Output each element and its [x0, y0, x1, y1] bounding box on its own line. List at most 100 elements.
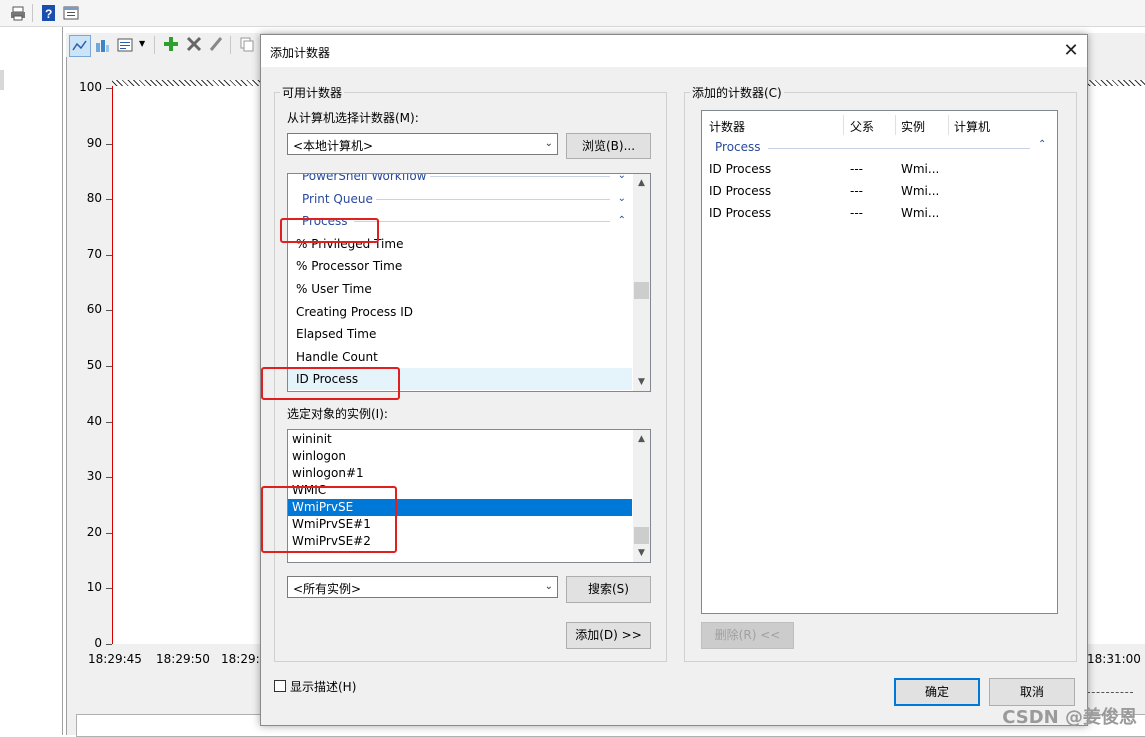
- show-description-checkbox[interactable]: [274, 680, 286, 692]
- y-tick-mark: [106, 477, 112, 479]
- counter-item-label: Handle Count: [296, 349, 378, 364]
- y-tick-mark: [106, 254, 112, 256]
- column-header-counter[interactable]: 计数器: [709, 118, 745, 135]
- main-toolbar: ?: [0, 0, 1145, 27]
- instance-item-label: winlogon: [292, 449, 346, 463]
- chevron-down-icon[interactable]: ⌄: [618, 174, 626, 187]
- instance-item-label: wininit: [292, 432, 332, 446]
- highlight-pencil-icon[interactable]: [208, 36, 224, 52]
- added-row-parent: ---: [850, 162, 863, 176]
- chevron-down-icon[interactable]: ⌄: [618, 188, 626, 210]
- add-button[interactable]: 添加(D) >>: [566, 622, 651, 649]
- y-tick-mark: [106, 532, 112, 534]
- added-counter-row[interactable]: ID Process --- Wmi...: [702, 184, 1057, 202]
- copy-properties-icon[interactable]: [239, 36, 255, 52]
- column-separator: [895, 115, 896, 135]
- added-counter-row[interactable]: ID Process --- Wmi...: [702, 162, 1057, 180]
- column-header-computer[interactable]: 计算机: [954, 118, 990, 135]
- scroll-up-icon[interactable]: ▲: [633, 434, 650, 444]
- ok-button[interactable]: 确定: [894, 678, 980, 706]
- svg-text:?: ?: [45, 7, 52, 21]
- close-icon[interactable]: ✕: [1061, 41, 1081, 61]
- y-tick-label: 90: [86, 135, 102, 150]
- browse-button[interactable]: 浏览(B)...: [566, 133, 651, 159]
- instance-item[interactable]: winlogon#1: [288, 465, 632, 482]
- counter-item[interactable]: % User Time: [288, 278, 632, 300]
- added-counters-table[interactable]: 计数器 父系 实例 计算机 Process ⌃ ID Process --- Wmi…: [701, 110, 1058, 614]
- column-separator: [843, 115, 844, 135]
- counter-item-label: PowerShell Workflow: [302, 173, 427, 183]
- column-header-parent[interactable]: 父系: [850, 118, 874, 135]
- y-tick-label: 10: [86, 580, 102, 595]
- added-counters-label: 添加的计数器(C): [690, 84, 784, 101]
- computer-combo[interactable]: <本地计算机> ⌄: [287, 133, 558, 155]
- instances-combo-value: <所有实例>: [293, 582, 362, 596]
- view-graph-icon[interactable]: [69, 35, 91, 57]
- instances-combo[interactable]: <所有实例> ⌄: [287, 576, 558, 598]
- x-tick-label: 18:29:50: [156, 652, 210, 666]
- counter-item[interactable]: Creating Process ID: [288, 301, 632, 323]
- cancel-button[interactable]: 取消: [989, 678, 1075, 706]
- search-button[interactable]: 搜索(S): [566, 576, 651, 603]
- added-row-instance: Wmi...: [901, 162, 940, 176]
- counter-item-label: Creating Process ID: [296, 304, 413, 319]
- add-counter-icon[interactable]: [163, 36, 179, 52]
- y-tick-label: 80: [86, 191, 102, 206]
- counter-category-item[interactable]: PowerShell Workflow ⌄: [288, 173, 632, 187]
- column-header-instance[interactable]: 实例: [901, 118, 925, 135]
- instance-item-label: winlogon#1: [292, 466, 364, 480]
- instances-scrollbar[interactable]: ▲ ▼: [633, 430, 650, 562]
- pane-splitter-handle[interactable]: [0, 70, 4, 90]
- scrollbar-thumb[interactable]: [634, 527, 649, 544]
- show-description-label[interactable]: 显示描述(H): [290, 678, 356, 695]
- scroll-down-icon[interactable]: ▼: [633, 377, 650, 387]
- help-icon[interactable]: ?: [41, 5, 57, 21]
- select-from-computer-label: 从计算机选择计数器(M):: [287, 111, 419, 125]
- counter-item-label: Print Queue: [302, 191, 373, 206]
- chevron-down-icon: ⌄: [544, 581, 553, 592]
- print-icon[interactable]: [10, 5, 26, 21]
- view-report-icon[interactable]: [117, 37, 133, 53]
- added-row-parent: ---: [850, 184, 863, 198]
- added-row-parent: ---: [850, 206, 863, 220]
- y-tick-mark: [106, 88, 112, 89]
- counters-scrollbar[interactable]: ▲ ▼: [633, 174, 650, 391]
- x-tick-label: 18:29:45: [88, 652, 142, 666]
- counter-item[interactable]: Handle Count: [288, 346, 632, 368]
- toolbar-separator: [32, 4, 33, 22]
- properties-window-icon[interactable]: [63, 5, 79, 21]
- counter-item[interactable]: % Processor Time: [288, 255, 632, 277]
- added-row-instance: Wmi...: [901, 184, 940, 198]
- view-dropdown-arrow-icon[interactable]: ▼: [139, 39, 155, 55]
- added-category-process[interactable]: Process: [715, 140, 761, 154]
- scroll-up-icon[interactable]: ▲: [633, 178, 650, 188]
- chevron-up-icon[interactable]: ⌃: [618, 210, 626, 232]
- counter-item[interactable]: Elapsed Time: [288, 323, 632, 345]
- dialog-titlebar: 添加计数器 ✕: [261, 35, 1087, 67]
- left-navigation-pane: [0, 27, 63, 735]
- dialog-title: 添加计数器: [270, 46, 331, 60]
- counter-item-label: % Processor Time: [296, 259, 403, 274]
- remove-button[interactable]: 删除(R) <<: [701, 622, 794, 649]
- available-counters-label: 可用计数器: [280, 84, 345, 101]
- chevron-down-icon: ⌄: [544, 138, 553, 149]
- y-tick-mark: [106, 421, 112, 423]
- scrollbar-thumb[interactable]: [634, 282, 649, 299]
- counters-list[interactable]: PowerShell Workflow ⌄ Print Queue ⌄ Process ⌃…: [287, 173, 651, 392]
- y-tick-label: 30: [86, 469, 102, 484]
- scroll-down-icon[interactable]: ▼: [633, 548, 650, 558]
- instance-item[interactable]: winlogon: [288, 448, 632, 465]
- category-divider: [376, 198, 610, 200]
- instance-item[interactable]: wininit: [288, 431, 632, 448]
- counter-category-item[interactable]: Print Queue ⌄: [288, 188, 632, 210]
- y-tick-mark: [106, 143, 112, 145]
- watermark: CSDN @姜俊恩: [1002, 707, 1137, 728]
- added-counter-row[interactable]: ID Process --- Wmi...: [702, 206, 1057, 224]
- y-tick-label: 70: [86, 246, 102, 261]
- delete-counter-icon[interactable]: [186, 36, 202, 52]
- y-tick-mark: [106, 588, 112, 590]
- view-histogram-icon[interactable]: [94, 37, 110, 53]
- annotation-box-process: [280, 218, 379, 243]
- counter-item-label: % User Time: [296, 282, 372, 296]
- chevron-up-icon[interactable]: ⌃: [1038, 139, 1046, 150]
